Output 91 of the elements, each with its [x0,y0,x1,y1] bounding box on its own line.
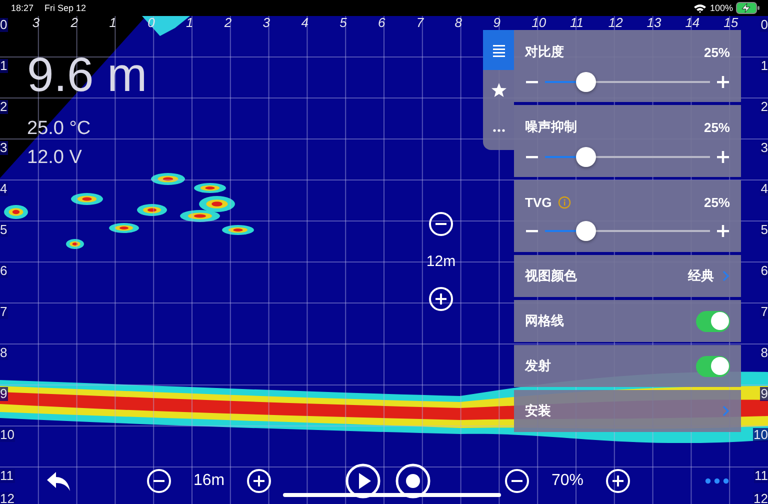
setting-label: 对比度 [525,43,564,61]
star-icon [490,81,508,99]
zoom-in-button[interactable] [429,287,453,311]
voltage-reading: 12.0 V [27,146,83,170]
plus-icon[interactable] [716,150,730,164]
settings-row[interactable]: 安装 [514,390,741,432]
slider-thumb[interactable] [576,220,596,240]
axis-label: 11 [754,469,768,483]
chevron-icon [722,405,730,417]
toggle-switch[interactable] [696,356,730,376]
setting-label: 噪声抑制 [525,118,577,136]
setting-value: 25% [704,120,730,134]
fish-echo [66,239,84,249]
settings-row[interactable]: 视图颜色 经典 [514,255,741,297]
axis-label: 6 [378,16,386,30]
axis-label: 8 [454,16,462,30]
gain-value: 70% [551,472,584,490]
axis-label: 2 [70,16,78,30]
fish-echo [222,225,254,235]
zoom-out-button[interactable] [429,212,453,236]
axis-label: 14 [685,16,700,30]
axis-label: 3 [262,16,270,30]
range-value: 12m [426,253,456,270]
zoom-out-button[interactable] [505,469,530,493]
axis-label: 9 [0,387,8,401]
fish-echo [4,205,28,219]
setting-label: 发射 [525,357,551,375]
fish-echo [109,223,139,233]
zoom-out-button[interactable] [147,469,172,493]
play-button[interactable] [345,463,382,499]
axis-label: 5 [0,223,8,237]
axis-label: 10 [532,16,546,30]
record-button[interactable] [395,463,432,499]
setting-label: 视图颜色 [525,267,577,285]
axis-label: 10 [752,428,768,442]
axis-label: 12 [608,16,623,30]
axis-label: 15 [724,16,738,30]
range-value: 16m [193,472,225,490]
battery-percent: 100% [710,3,733,13]
fish-echo [194,183,226,193]
status-time: 18:27 [11,3,34,13]
toggle-switch[interactable] [696,310,730,332]
axis-label: 12 [752,492,768,504]
axis-label: 2 [224,16,232,30]
axis-label: 1 [109,16,116,30]
zoom-in-button[interactable] [246,469,271,493]
depth-reading: 9.6 m [27,48,148,104]
slider-thumb[interactable] [576,147,596,167]
axis-label: 3 [32,16,40,30]
setting-label: TVG [525,194,552,210]
menu-tab[interactable] [483,30,514,70]
axis-label: 0 [0,18,8,32]
axis-label: 1 [0,59,8,73]
setting-label: 安装 [525,402,551,420]
fish-echo [71,193,103,205]
setting-value: 经典 [688,267,714,285]
axis-label: 7 [416,16,424,30]
more-icon[interactable] [704,477,730,485]
axis-label: 6 [0,264,8,278]
fish-echo [137,204,167,216]
fish-echo [180,210,220,222]
status-date: Fri Sep 12 [44,3,86,13]
axis-label: 1 [186,16,194,30]
axis-label: 11 [0,469,14,483]
axis-label: 4 [301,16,308,30]
fish-echo [151,173,185,185]
setting-value: 25% [704,44,730,60]
back-icon[interactable] [45,469,73,493]
plus-icon[interactable] [716,224,730,238]
axis-label: 0 [148,16,155,30]
axis-label: 7 [0,305,8,319]
axis-label: 4 [0,182,8,196]
chevron-icon [722,270,730,282]
axis-label: 5 [340,16,347,30]
axis-label: 12 [0,492,16,504]
axis-label: 8 [0,346,8,360]
slider-thumb[interactable] [576,72,596,92]
axis-label: 11 [570,16,584,30]
setting-value: 25% [704,194,730,210]
plus-icon[interactable] [716,75,730,89]
axis-label: 2 [0,100,8,114]
zoom-in-button[interactable] [606,469,630,493]
axis-label: 9 [493,16,500,30]
fish-echo [199,196,235,212]
axis-label: 13 [646,16,662,30]
wifi-icon [692,3,707,13]
axis-label: 10 [0,428,16,442]
battery-charging-icon [736,2,760,14]
axis-label: 3 [0,141,8,155]
setting-label: 网格线 [525,312,564,330]
more-icon [492,128,504,132]
